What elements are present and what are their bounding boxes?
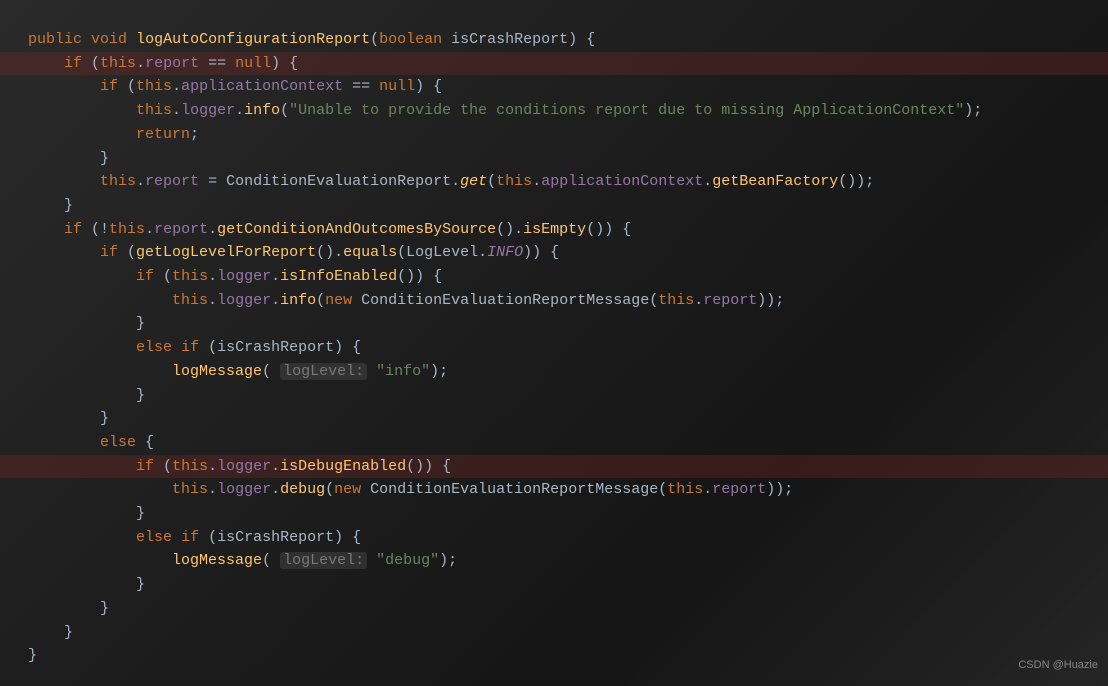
code-line: } bbox=[28, 502, 1108, 526]
code-line: if (this.logger.isInfoEnabled()) { bbox=[28, 265, 1108, 289]
code-line: logMessage( logLevel: "debug"); bbox=[28, 549, 1108, 573]
code-editor-area[interactable]: public void logAutoConfigurationReport(b… bbox=[0, 0, 1108, 668]
code-line: this.logger.info(new ConditionEvaluation… bbox=[28, 289, 1108, 313]
code-line: return; bbox=[28, 123, 1108, 147]
code-line: } bbox=[28, 573, 1108, 597]
code-line-highlighted: if (this.report == null) { bbox=[0, 52, 1108, 76]
code-line: } bbox=[28, 644, 1108, 668]
code-line: if (getLogLevelForReport().equals(LogLev… bbox=[28, 241, 1108, 265]
code-line: this.logger.info("Unable to provide the … bbox=[28, 99, 1108, 123]
code-line: } bbox=[28, 194, 1108, 218]
code-line: else { bbox=[28, 431, 1108, 455]
code-line: logMessage( logLevel: "info"); bbox=[28, 360, 1108, 384]
code-line: } bbox=[28, 597, 1108, 621]
code-line: } bbox=[28, 407, 1108, 431]
code-line: else if (isCrashReport) { bbox=[28, 336, 1108, 360]
code-line: } bbox=[28, 147, 1108, 171]
param-hint: logLevel: bbox=[280, 363, 367, 380]
code-line: if (this.applicationContext == null) { bbox=[28, 75, 1108, 99]
param-hint: logLevel: bbox=[280, 552, 367, 569]
code-line: } bbox=[28, 312, 1108, 336]
code-line-highlighted: if (this.logger.isDebugEnabled()) { bbox=[0, 455, 1108, 479]
code-line: this.report = ConditionEvaluationReport.… bbox=[28, 170, 1108, 194]
code-line: if (!this.report.getConditionAndOutcomes… bbox=[28, 218, 1108, 242]
code-line: this.logger.debug(new ConditionEvaluatio… bbox=[28, 478, 1108, 502]
code-line: public void logAutoConfigurationReport(b… bbox=[28, 28, 1108, 52]
watermark: CSDN @Huazie bbox=[1018, 654, 1098, 678]
code-line: } bbox=[28, 384, 1108, 408]
code-line: } bbox=[28, 621, 1108, 645]
code-line: else if (isCrashReport) { bbox=[28, 526, 1108, 550]
